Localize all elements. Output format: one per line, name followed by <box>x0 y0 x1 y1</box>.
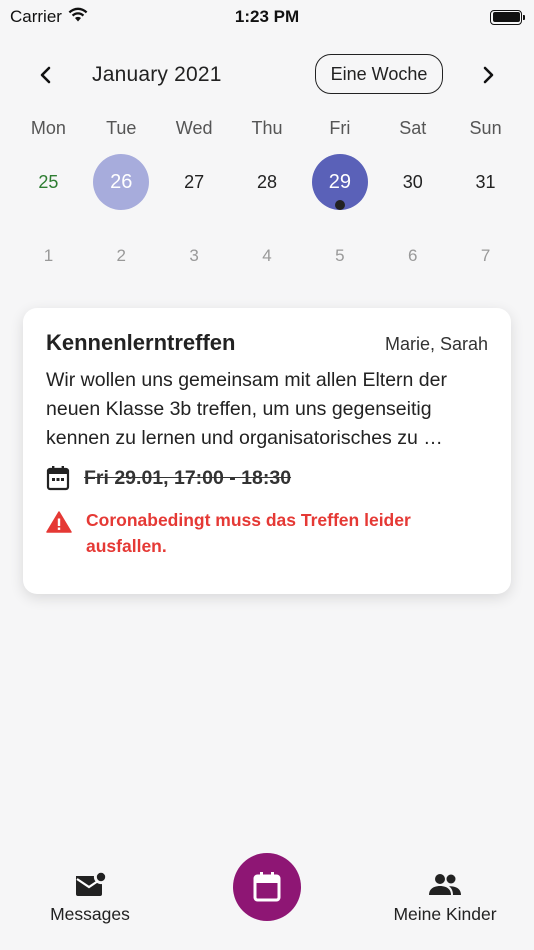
event-datetime: Fri 29.01, 17:00 - 18:30 <box>84 466 292 489</box>
people-icon <box>429 874 461 895</box>
status-bar: Carrier 1:23 PM <box>0 0 534 34</box>
day-number: 3 <box>189 246 199 265</box>
event-date-row: Fri 29.01, 17:00 - 18:30 <box>46 465 488 491</box>
event-description: Wir wollen uns gemeinsam mit allen Elter… <box>46 369 447 449</box>
calendar-week-row: 25 26 27 28 29 30 31 <box>12 154 522 210</box>
nav-messages[interactable]: Messages <box>50 872 130 925</box>
carrier-label: Carrier <box>10 7 62 26</box>
day-cell[interactable]: 6 <box>376 228 449 284</box>
event-indicator-dot <box>334 200 345 210</box>
day-cell[interactable]: 1 <box>12 228 85 284</box>
nav-my-children-label: Meine Kinder <box>393 904 497 924</box>
warning-icon <box>46 511 72 533</box>
day-cell-highlighted[interactable]: 26 <box>85 154 158 210</box>
weekday-header: Mon Tue Wed Thu Fri Sat Sun <box>12 118 522 148</box>
event-title: Kennenlerntreffen <box>46 330 236 355</box>
weekday-label: Thu <box>251 118 283 138</box>
event-warning-text: Coronabedingt muss das Treffen leider au… <box>86 510 411 556</box>
day-cell[interactable]: 28 <box>231 154 304 210</box>
wifi-icon <box>68 7 88 27</box>
day-number: 2 <box>116 246 126 265</box>
day-number: 29 <box>328 170 351 193</box>
chevron-left-icon <box>40 66 51 84</box>
chevron-right-icon <box>483 66 494 84</box>
day-number: 5 <box>335 246 345 265</box>
event-card[interactable]: Kennenlerntreffen Marie, Sarah Wir wolle… <box>23 308 511 594</box>
day-number: 25 <box>38 171 59 192</box>
day-cell[interactable]: 27 <box>158 154 231 210</box>
day-number: 26 <box>110 170 133 193</box>
day-number: 1 <box>43 246 54 265</box>
week-toggle-button[interactable]: Eine Woche <box>315 54 443 94</box>
day-cell[interactable]: 31 <box>449 154 522 210</box>
day-number: 31 <box>475 171 496 192</box>
day-cell[interactable]: 4 <box>231 228 304 284</box>
weekday-label: Wed <box>175 118 213 138</box>
weekday-label: Mon <box>30 118 66 138</box>
day-number: 4 <box>262 246 272 265</box>
nav-my-children[interactable]: Meine Kinder <box>388 872 502 925</box>
day-cell[interactable]: 30 <box>376 154 449 210</box>
weekday-label: Sun <box>469 118 502 138</box>
day-cell[interactable]: 7 <box>449 228 522 284</box>
day-cell[interactable]: 3 <box>158 228 231 284</box>
status-left: Carrier <box>10 7 88 27</box>
month-title: January 2021 <box>92 63 222 86</box>
event-participants: Marie, Sarah <box>384 334 488 354</box>
day-cell-today[interactable]: 25 <box>12 154 85 210</box>
calendar-icon <box>46 466 70 491</box>
nav-messages-label: Messages <box>50 904 130 924</box>
bottom-navigation: Messages Meine Kinder <box>0 853 534 950</box>
weekday-label: Tue <box>106 118 137 138</box>
day-number: 27 <box>184 171 205 192</box>
day-number: 6 <box>407 246 418 265</box>
day-number: 28 <box>256 171 277 192</box>
day-cell[interactable]: 2 <box>85 228 158 284</box>
calendar-header: January 2021 Eine Woche <box>0 52 534 98</box>
day-number: 30 <box>402 171 423 192</box>
day-cell[interactable]: 5 <box>303 228 376 284</box>
calendar-icon <box>253 872 281 902</box>
day-cell-selected[interactable]: 29 <box>303 154 376 210</box>
calendar-week-row: 1 2 3 4 5 6 7 <box>12 228 522 284</box>
previous-month-button[interactable] <box>28 57 64 93</box>
next-month-button[interactable] <box>470 57 506 93</box>
event-card-header: Kennenlerntreffen Marie, Sarah <box>46 330 488 356</box>
day-number: 7 <box>480 246 491 265</box>
mail-icon <box>76 872 106 896</box>
battery-icon <box>490 9 525 25</box>
calendar-fab-button[interactable] <box>233 853 301 921</box>
event-warning: Coronabedingt muss das Treffen leider au… <box>46 507 488 559</box>
weekday-label: Fri <box>329 118 351 138</box>
weekday-label: Sat <box>399 118 427 138</box>
